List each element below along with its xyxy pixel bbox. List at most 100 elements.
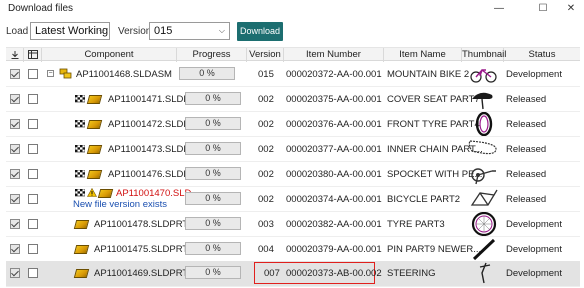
wheel-thumbnail: [471, 212, 497, 236]
version-value: 002: [258, 119, 274, 130]
load-label: Load: [6, 26, 29, 37]
status-value: Development: [506, 244, 562, 255]
version-select-value: 015: [154, 25, 173, 37]
item-name: BICYCLE PART2: [387, 194, 461, 205]
part-icon: [86, 120, 103, 129]
download-checkbox[interactable]: [10, 219, 20, 229]
item-name: TYRE PART3: [387, 219, 445, 230]
component-name: AP11001468.SLDASM: [76, 69, 172, 80]
status-value: Released: [506, 144, 547, 155]
row-checkbox[interactable]: [28, 268, 38, 278]
part-icon: [86, 145, 103, 154]
column-header-version[interactable]: Version: [247, 48, 284, 62]
new-version-note[interactable]: New file version exists: [73, 199, 167, 210]
download-checkbox[interactable]: [10, 144, 20, 154]
checkered-flag-icon: [75, 120, 85, 128]
table-row[interactable]: AP11001472.SLDPRT 0 % 002 000020376-AA-0…: [6, 112, 580, 137]
row-checkbox[interactable]: [28, 69, 38, 79]
part-icon: [86, 170, 103, 179]
checkered-flag-icon: [75, 170, 85, 178]
item-name: MOUNTAIN BIKE 2: [387, 69, 470, 80]
checkered-flag-icon: [75, 189, 85, 197]
download-column-icon[interactable]: [6, 48, 24, 62]
tyre-thumbnail: [475, 112, 493, 136]
download-checkbox[interactable]: [10, 94, 20, 104]
checkered-flag-icon: [75, 95, 85, 103]
table-row[interactable]: AP11001476.SLDPRT 0 % 002 000020380-AA-0…: [6, 162, 580, 187]
minimize-button[interactable]: —: [484, 0, 514, 16]
row-checkbox[interactable]: [28, 169, 38, 179]
frame-thumbnail: [470, 189, 498, 206]
column-header-item-name[interactable]: Item Name: [384, 48, 462, 62]
maximize-button[interactable]: ☐: [528, 0, 558, 16]
download-checkbox[interactable]: [10, 244, 20, 254]
version-value: 002: [258, 194, 274, 205]
download-checkbox[interactable]: [10, 194, 20, 204]
download-button[interactable]: Download: [237, 22, 283, 41]
component-name: AP11001470.SLD: [116, 188, 192, 199]
table-row[interactable]: AP11001470.SLD New file version exists 0…: [6, 187, 580, 212]
table-row[interactable]: AP11001473.SLDPRT 0 % 002 000020377-AA-0…: [6, 137, 580, 162]
chain-thumbnail: [468, 140, 497, 155]
progress-bar: 0 %: [179, 67, 235, 80]
row-checkbox[interactable]: [28, 244, 38, 254]
column-header-status[interactable]: Status: [504, 48, 580, 62]
version-value: 007: [264, 268, 280, 279]
status-value: Development: [506, 268, 562, 279]
collapse-toggle-icon[interactable]: −: [47, 70, 54, 77]
row-checkbox[interactable]: [28, 194, 38, 204]
assembly-icon: [59, 68, 72, 79]
seat-thumbnail: [472, 92, 493, 110]
part-icon: [97, 189, 114, 198]
sprocket-thumbnail: [471, 168, 496, 185]
close-button[interactable]: ✕: [556, 0, 584, 16]
checkered-flag-icon: [75, 145, 85, 153]
load-select[interactable]: Latest Working ⌵: [30, 22, 110, 40]
table-row[interactable]: AP11001471.SLDPRT 0 % 002 000020375-AA-0…: [6, 87, 580, 112]
progress-bar: 0 %: [185, 167, 241, 180]
grid-header: Component Progress Version Item Number I…: [6, 47, 580, 62]
status-value: Development: [506, 219, 562, 230]
layout-column-icon[interactable]: [24, 48, 42, 62]
version-label: Version: [118, 26, 152, 37]
table-row[interactable]: AP11001475.SLDPRT 0 % 004 000020379-AA-0…: [6, 237, 580, 262]
progress-bar: 0 %: [185, 242, 241, 255]
window-title: Download files: [8, 3, 74, 14]
column-header-item-number[interactable]: Item Number: [284, 48, 384, 62]
part-icon: [86, 95, 103, 104]
column-header-thumbnail[interactable]: Thumbnail: [462, 48, 506, 62]
download-checkbox[interactable]: [10, 169, 20, 179]
item-number: 000020375-AA-00.001: [286, 94, 382, 105]
table-row[interactable]: AP11001478.SLDPRT 0 % 003 000020382-AA-0…: [6, 212, 580, 237]
chevron-down-icon: ⌵: [98, 26, 105, 35]
column-header-progress[interactable]: Progress: [177, 48, 247, 62]
row-checkbox[interactable]: [28, 219, 38, 229]
title-bar: Download files — ☐ ✕: [0, 0, 584, 18]
version-value: 002: [258, 94, 274, 105]
column-header-component[interactable]: Component: [42, 48, 177, 62]
item-number: 000020372-AA-00.001: [286, 69, 382, 80]
version-value: 015: [258, 69, 274, 80]
part-icon: [73, 220, 90, 229]
status-value: Released: [506, 194, 547, 205]
version-select[interactable]: 015 ⌵: [149, 22, 230, 40]
bike-thumbnail: [470, 69, 497, 83]
item-number: 000020376-AA-00.001: [286, 119, 382, 130]
table-row[interactable]: AP11001469.SLDPRT 0 % 007 000020373-AB-0…: [6, 261, 580, 287]
download-checkbox[interactable]: [10, 69, 20, 79]
table-row[interactable]: − AP11001468.SLDASM 0 % 015 000020372-AA…: [6, 62, 580, 87]
load-select-value: Latest Working: [35, 25, 109, 37]
status-value: Released: [506, 169, 547, 180]
item-name: STEERING: [387, 268, 436, 279]
toolbar: Load Latest Working ⌵ Version 015 ⌵ Down…: [0, 20, 584, 42]
progress-bar: 0 %: [185, 142, 241, 155]
download-checkbox[interactable]: [10, 268, 20, 278]
row-checkbox[interactable]: [28, 119, 38, 129]
warning-icon: [87, 188, 97, 197]
row-checkbox[interactable]: [28, 144, 38, 154]
item-number: 000020373-AB-00.002: [286, 268, 382, 279]
row-checkbox[interactable]: [28, 94, 38, 104]
progress-bar: 0 %: [185, 192, 241, 205]
status-value: Development: [506, 69, 562, 80]
download-checkbox[interactable]: [10, 119, 20, 129]
